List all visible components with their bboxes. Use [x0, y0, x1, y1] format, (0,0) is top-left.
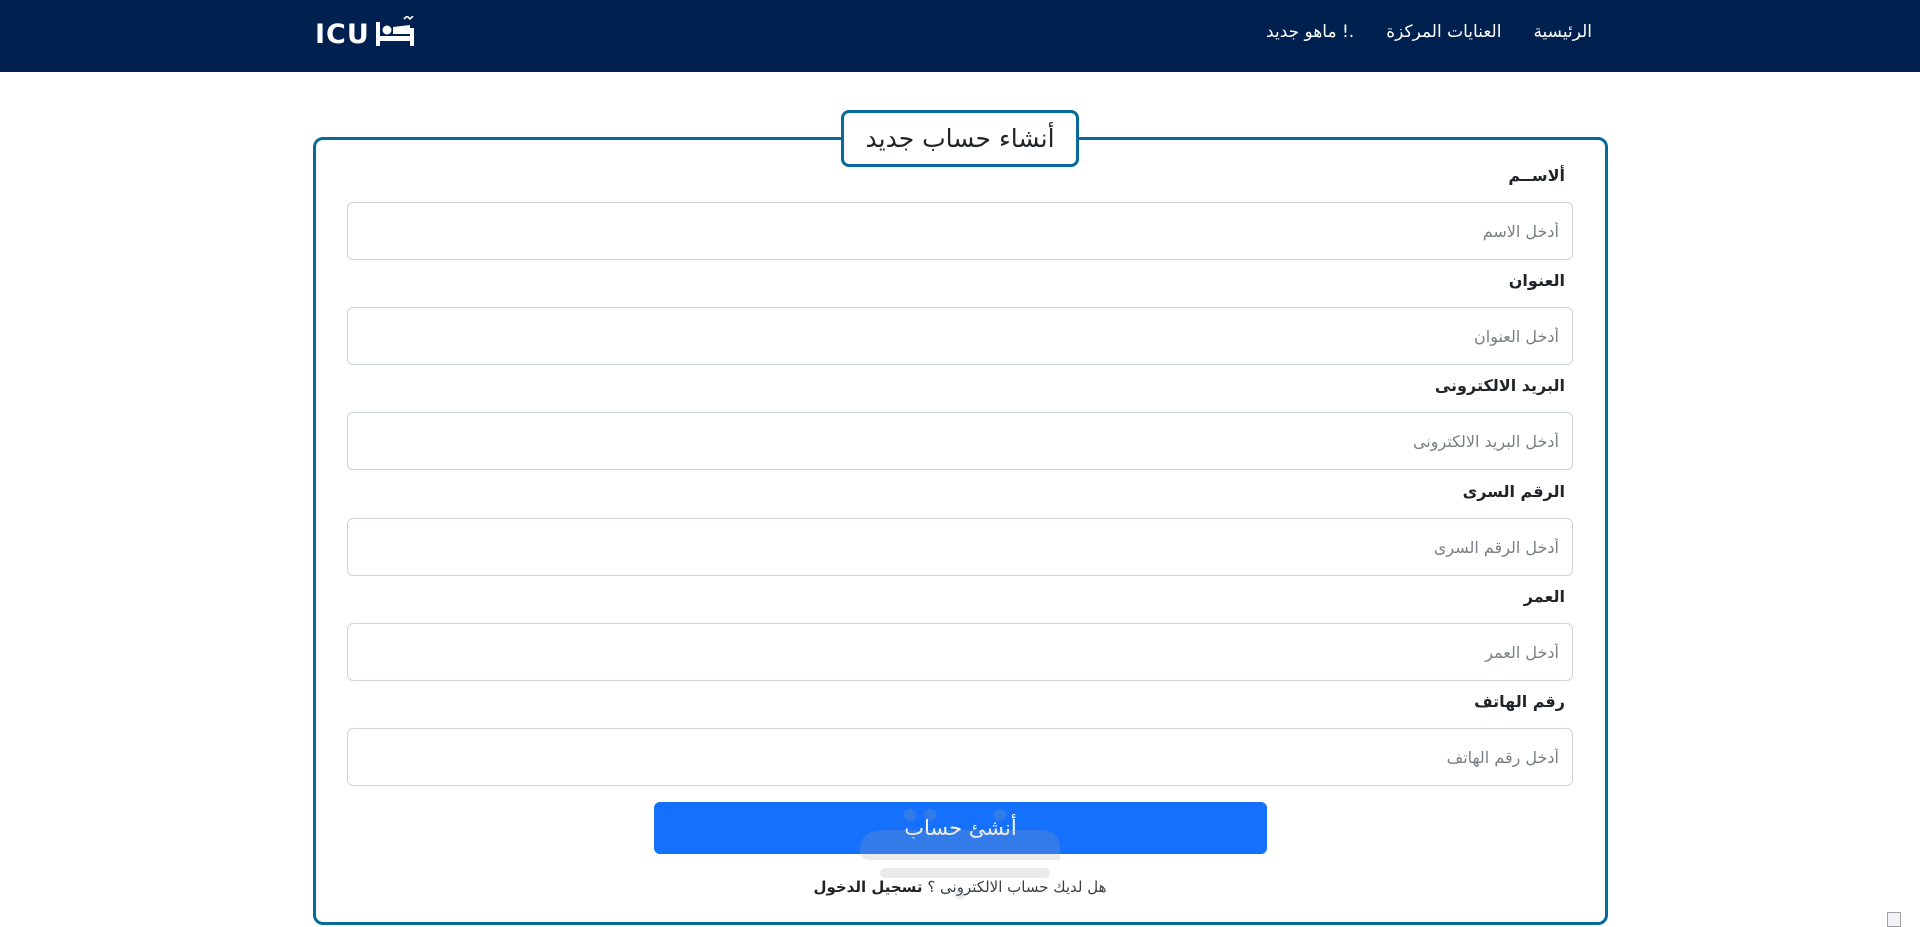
nav-link-icu[interactable]: العنايات المركزة — [1386, 22, 1501, 42]
name-label: ألاســم — [1508, 166, 1565, 185]
site-logo[interactable]: ICU — [315, 14, 416, 52]
phone-label: رقم الهاتف — [1474, 692, 1565, 711]
address-input[interactable] — [347, 307, 1573, 365]
broken-image-icon — [1887, 912, 1901, 927]
top-navbar: ICU الرئيسية العنايات المركزة ماهو جديد … — [0, 0, 1920, 72]
login-prompt-row: هل لديك حساب الالكترونى ؟ تسجيل الدخول — [0, 878, 1920, 896]
age-input[interactable] — [347, 623, 1573, 681]
password-input[interactable] — [347, 518, 1573, 576]
login-link[interactable]: تسجيل الدخول — [813, 878, 922, 896]
email-input[interactable] — [347, 412, 1573, 470]
bed-icon — [374, 14, 416, 52]
nav-link-whats-new[interactable]: ماهو جديد !. — [1266, 22, 1354, 42]
age-label: العمر — [1523, 587, 1565, 606]
phone-input[interactable] — [347, 728, 1573, 786]
create-account-button[interactable]: أنشئ حساب — [654, 802, 1267, 854]
nav-link-home[interactable]: الرئيسية — [1533, 22, 1592, 42]
form-title: أنشاء حساب جديد — [841, 110, 1079, 167]
login-prompt-text: هل لديك حساب الالكترونى ؟ — [927, 878, 1107, 896]
password-label: الرقم السرى — [1462, 482, 1565, 501]
email-label: البريد الالكترونى — [1434, 376, 1565, 395]
name-input[interactable] — [347, 202, 1573, 260]
logo-text: ICU — [315, 18, 370, 50]
nav-links: الرئيسية العنايات المركزة ماهو جديد !. — [1266, 22, 1592, 42]
address-label: العنوان — [1508, 271, 1565, 290]
